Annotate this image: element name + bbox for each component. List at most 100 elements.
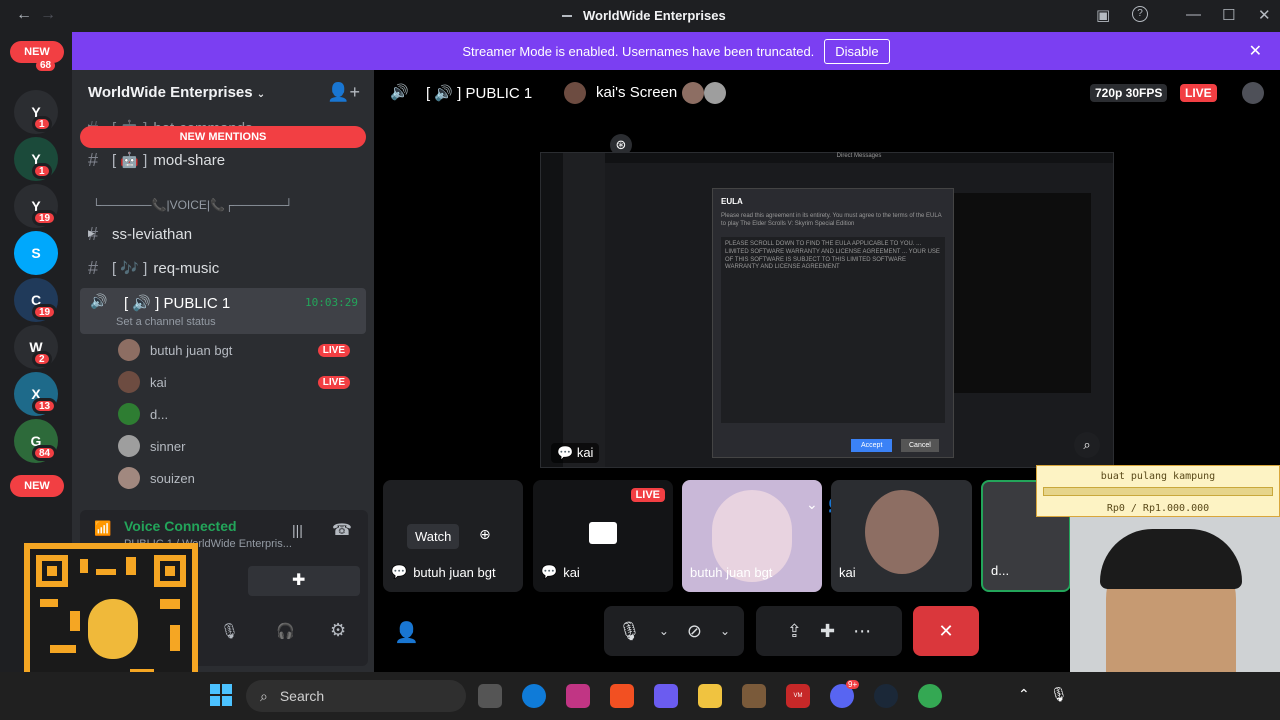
edge-icon[interactable]	[522, 684, 546, 708]
mic-icon[interactable]: 🎙	[220, 622, 239, 640]
eula-dialog: EULA Please read this agreement in its e…	[712, 188, 954, 458]
avatar	[118, 435, 140, 457]
voice-member[interactable]: kai LIVE	[118, 368, 358, 396]
chrome-icon[interactable]	[918, 684, 942, 708]
start-icon[interactable]	[210, 684, 232, 706]
taskbar-search[interactable]: ⌕ Search	[246, 680, 466, 712]
maximize-icon[interactable]: ☐	[1222, 6, 1235, 24]
leave-call-button[interactable]: ✕	[913, 606, 979, 656]
voice-member[interactable]: sinner	[118, 432, 358, 460]
close-banner-icon[interactable]: ✕	[1249, 41, 1262, 61]
eula-intro: Please read this agreement in its entire…	[721, 213, 942, 228]
chevron-up-icon[interactable]: ⌃	[1018, 686, 1030, 703]
member-name: butuh juan bgt	[150, 342, 233, 358]
live-badge: LIVE	[1180, 84, 1217, 102]
shared-window-title: Direct Messages	[605, 153, 1113, 163]
shared-sidebar	[563, 153, 605, 467]
member-name: souizen	[150, 470, 195, 486]
channel-status-link[interactable]: Set a channel status	[116, 316, 216, 328]
avatar	[564, 82, 586, 104]
new-unreads-pill[interactable]: NEW	[10, 41, 64, 63]
chevron-right-icon: ▶	[88, 228, 95, 238]
disable-streamer-button[interactable]: Disable	[824, 38, 890, 64]
file-explorer-icon[interactable]	[698, 684, 722, 708]
new-mentions-pill[interactable]: NEW MENTIONS	[80, 126, 366, 148]
stream-tile[interactable]: Watch ⊕ 💬 butuh juan bgt	[383, 480, 523, 592]
settings-gear-icon[interactable]: ⚙	[330, 620, 346, 641]
avatar	[118, 403, 140, 425]
channel-req-music[interactable]: # [ 🎶 ] req-music	[88, 254, 364, 282]
more-icon[interactable]: ⋯	[853, 621, 871, 642]
discord-badge: 9+	[846, 680, 860, 689]
eula-cancel-button[interactable]: Cancel	[901, 439, 939, 453]
help-icon[interactable]: ?	[1132, 6, 1148, 22]
signal-icon: 📶	[94, 520, 112, 536]
instagram-icon[interactable]	[566, 684, 590, 708]
copilot-icon[interactable]	[654, 684, 678, 708]
donation-goal-widget: buat pulang kampung Rp0 / Rp1.000.000	[1036, 465, 1280, 517]
new-unreads-pill-bottom[interactable]: NEW	[10, 475, 64, 497]
speaker-icon: 🔊	[390, 84, 409, 101]
stream-tile[interactable]: LIVE 💬 kai	[533, 480, 673, 592]
chevron-down-icon[interactable]: ⌄	[659, 624, 669, 638]
voice-channel-public-1[interactable]: 🔊 [ 🔊 ] PUBLIC 1 10:03:29 Set a channel …	[80, 288, 366, 334]
watch-button[interactable]: Watch	[407, 524, 460, 549]
steam-icon[interactable]	[874, 684, 898, 708]
zoom-icon[interactable]: ⌕	[1074, 432, 1100, 458]
mic-icon[interactable]: 🎙	[618, 621, 641, 642]
unread-badge: 1	[32, 163, 52, 179]
task-view-icon[interactable]	[478, 684, 502, 708]
eula-title: EULA	[721, 197, 743, 206]
live-badge: LIVE	[630, 488, 665, 502]
server-icon	[562, 15, 572, 17]
shared-server-rail	[541, 153, 563, 467]
live-badge: LIVE	[317, 343, 350, 357]
close-window-icon[interactable]: ✕	[1258, 6, 1271, 24]
guild-name-header[interactable]: WorldWide Enterprises ⌄	[88, 84, 265, 101]
tile-name: butuh juan bgt	[690, 565, 773, 580]
add-person-icon[interactable]: 👤	[394, 620, 419, 645]
server-icon[interactable]: S	[14, 231, 58, 275]
hair	[1100, 529, 1242, 589]
chat-icon[interactable]	[1242, 82, 1264, 104]
store-icon[interactable]	[610, 684, 634, 708]
title-bar: ← → WorldWide Enterprises ▣ ? — ☐ ✕	[0, 0, 1280, 32]
mic-video-controls: 🎙 ⌄ ⊘ ⌄	[604, 606, 744, 656]
voice-member[interactable]: d...	[118, 400, 358, 428]
video-tile[interactable]: kai	[831, 480, 972, 592]
headphones-icon[interactable]: 🎧	[276, 622, 295, 640]
leave-call-icon: ✕	[938, 620, 954, 641]
chevron-down-icon[interactable]: ⌄	[806, 496, 818, 513]
disconnect-icon[interactable]: ☎	[332, 520, 352, 540]
eula-accept-button[interactable]: Accept	[851, 439, 893, 453]
avatar	[118, 371, 140, 393]
mic-tray-icon[interactable]: 🎙	[1050, 686, 1068, 703]
voice-channel-name: [ 🔊 ] PUBLIC 1	[124, 295, 231, 312]
hash-icon: #	[88, 257, 99, 278]
voice-category[interactable]: └──────📞|VOICE|📞┌──────┘	[88, 191, 364, 219]
channel-ss-leviathan[interactable]: ▶ # ss-leviathan	[88, 220, 364, 248]
channel-mod-share[interactable]: # [ 🤖 ] mod-share	[88, 146, 364, 174]
avatar	[118, 339, 140, 361]
tile-name: d...	[991, 563, 1010, 578]
minimize-icon[interactable]: —	[1186, 6, 1201, 23]
video-tile[interactable]: butuh juan bgt	[682, 480, 822, 592]
voicemeeter-icon[interactable]: VM	[786, 684, 810, 708]
voice-member[interactable]: butuh juan bgt LIVE	[118, 336, 358, 364]
voice-member[interactable]: souizen	[118, 464, 358, 492]
noise-suppression-icon[interactable]: |||	[292, 522, 303, 538]
invite-user-icon[interactable]: 👤+	[327, 82, 360, 103]
chevron-down-icon[interactable]: ⌄	[720, 624, 730, 638]
activities-icon: ✚	[292, 572, 306, 589]
back-arrow-icon[interactable]: ←	[16, 6, 32, 24]
app-icon[interactable]	[742, 684, 766, 708]
inbox-icon[interactable]: ▣	[1096, 6, 1110, 24]
forward-arrow-icon[interactable]: →	[40, 6, 56, 24]
qr-finder	[154, 555, 186, 587]
camera-off-icon[interactable]: ⊘	[687, 621, 702, 642]
activities-icon[interactable]: ✚	[820, 621, 835, 642]
chevron-down-icon: ⌄	[256, 89, 266, 100]
watch-together-icon[interactable]: ⊕	[479, 526, 491, 543]
screen-share-icon[interactable]: ⇪	[787, 621, 802, 642]
donation-title: buat pulang kampung	[1100, 471, 1216, 482]
